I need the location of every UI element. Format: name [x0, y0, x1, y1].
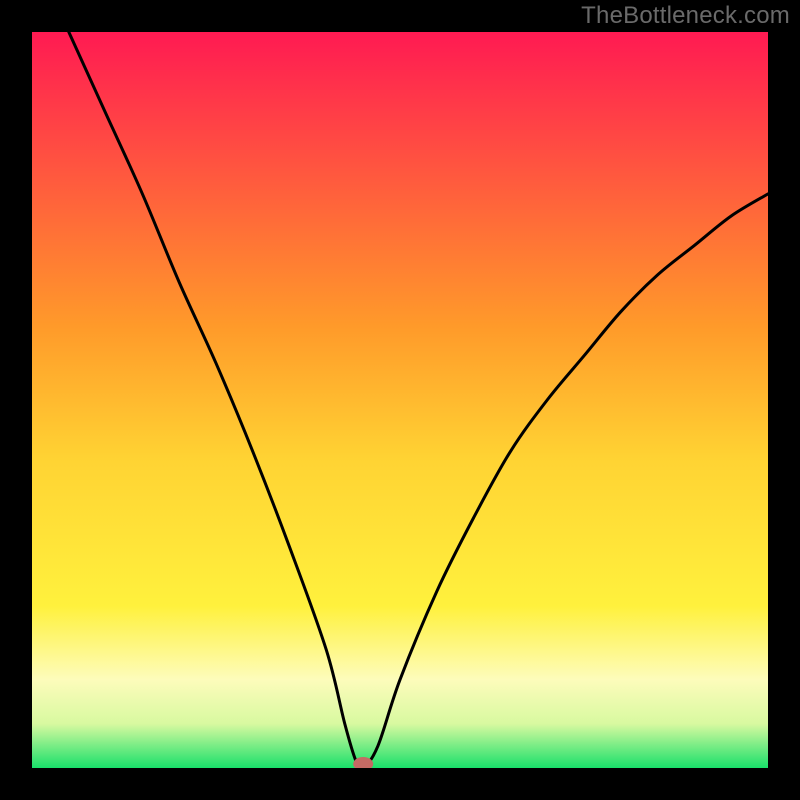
watermark-label: TheBottleneck.com [581, 2, 790, 30]
bottleneck-chart [0, 0, 800, 800]
plot-background-gradient [32, 32, 768, 768]
chart-container: TheBottleneck.com [0, 0, 800, 800]
